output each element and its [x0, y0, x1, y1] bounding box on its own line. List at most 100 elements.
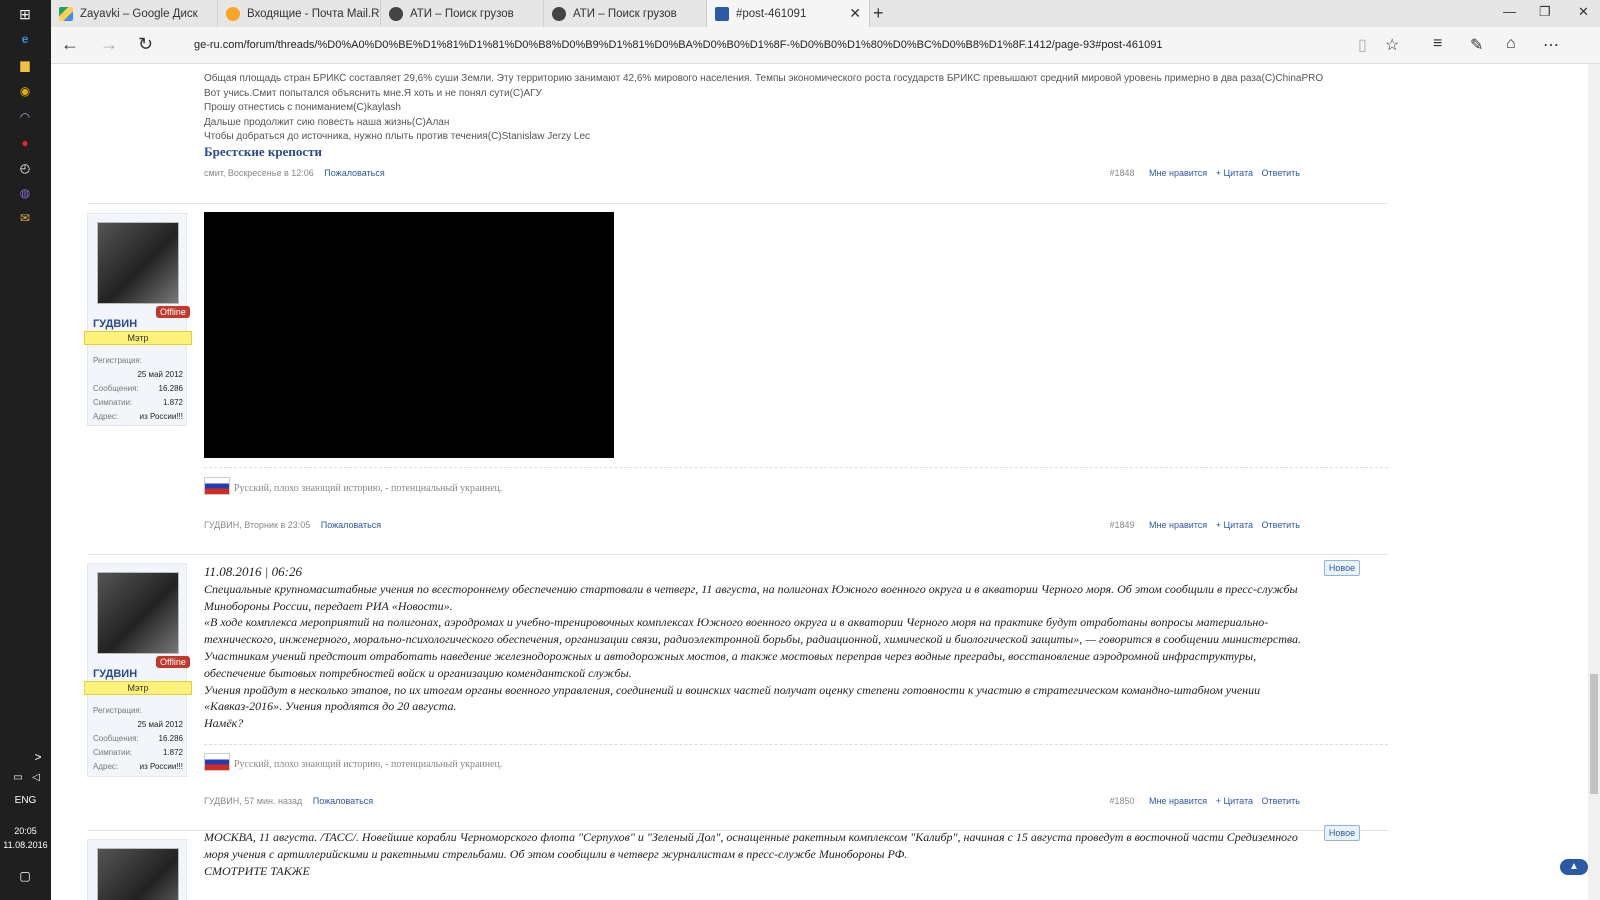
network-icon[interactable]: ▭ — [10, 769, 26, 785]
restore-icon[interactable]: ❐ — [1539, 4, 1551, 20]
new-tab-icon[interactable]: + — [873, 3, 884, 24]
user-stats: Регистрация: 25 май 2012 Сообщения: 16.28… — [93, 704, 183, 774]
avatar[interactable] — [97, 848, 179, 900]
like-link[interactable]: Мне нравится — [1149, 796, 1207, 806]
user-stats: Регистрация: 25 май 2012 Сообщения: 16.28… — [93, 354, 183, 424]
clock-date[interactable]: 11.08.2016 — [0, 840, 51, 850]
signature-link[interactable]: Брестские крепости — [204, 144, 322, 160]
reading-view-icon[interactable]: ▯ — [1358, 35, 1367, 55]
chrome-icon[interactable]: ◉ — [17, 83, 33, 99]
scroll-to-top-icon[interactable]: ▲ — [1560, 859, 1588, 875]
tab-ati-1[interactable]: АТИ – Поиск грузов — [381, 0, 544, 27]
clock-app-icon[interactable]: ◴ — [17, 160, 33, 176]
msg-row: Сообщения: 16.286 — [93, 732, 183, 746]
report-link[interactable]: Пожаловаться — [321, 520, 381, 530]
ati-icon — [389, 6, 403, 21]
avatar[interactable] — [97, 222, 179, 304]
more-icon[interactable]: ⋯ — [1543, 35, 1559, 55]
forward-icon[interactable]: → — [100, 34, 118, 55]
tab-ati-2[interactable]: АТИ – Поиск грузов — [544, 0, 707, 27]
avatar[interactable] — [97, 572, 179, 654]
page-scrollbar[interactable] — [1588, 64, 1600, 900]
tab-forum-post[interactable]: #post-461091 ✕ — [707, 0, 870, 27]
tab-label: #post-461091 — [736, 7, 807, 20]
post-date-line: 11.08.2016 | 06:26 — [204, 564, 302, 579]
user-signature: Русский, плохо знающий историю, - потенц… — [204, 477, 502, 495]
post-divider — [88, 554, 1388, 555]
quote-line: Прошу отнестись с пониманием(С)kaylash — [204, 102, 401, 113]
google-drive-icon — [59, 6, 73, 21]
back-icon[interactable]: ← — [61, 34, 79, 55]
signature-divider — [204, 467, 1388, 468]
volume-icon[interactable]: ◁ — [28, 769, 44, 785]
mail-app-icon[interactable]: ✉ — [17, 210, 33, 226]
post-paragraph: МОСКВА, 11 августа. /ТАСС/. Новейшие кор… — [204, 830, 1298, 861]
likes-value: 1.872 — [162, 398, 183, 407]
quote-link[interactable]: + Цитата — [1216, 796, 1253, 806]
tab-mail-ru[interactable]: Входящие - Почта Mail.Ru — [218, 0, 381, 27]
post-number[interactable]: #1850 — [1109, 796, 1134, 806]
scrollbar-thumb[interactable] — [1590, 674, 1598, 794]
post-paragraph: «В ходе комплекса мероприятий на полигон… — [204, 615, 1302, 647]
msg-value: 16.286 — [158, 384, 183, 393]
close-window-icon[interactable]: ✕ — [1578, 4, 1589, 20]
hub-icon[interactable]: ≡ — [1433, 35, 1442, 53]
reply-link[interactable]: Ответить — [1262, 796, 1300, 806]
taskbar: ⊞ e ▆ ◉ ◠ ● ◴ ◍ ✉ > ▭ ◁ ENG 20:05 11.08.… — [0, 0, 51, 900]
close-tab-icon[interactable]: ✕ — [849, 5, 861, 22]
expand-tray-icon[interactable]: > — [30, 749, 46, 765]
like-link[interactable]: Мне нравится — [1149, 168, 1207, 178]
reply-link[interactable]: Ответить — [1262, 520, 1300, 530]
addr-label: Адрес: — [93, 762, 119, 771]
viber-icon[interactable]: ◍ — [17, 185, 33, 201]
favorite-star-icon[interactable]: ☆ — [1385, 35, 1399, 55]
quote-link[interactable]: + Цитата — [1216, 168, 1253, 178]
action-center-icon[interactable]: ▢ — [17, 868, 33, 884]
tab-label: АТИ – Поиск грузов — [410, 7, 514, 20]
report-link[interactable]: Пожаловаться — [324, 168, 384, 178]
file-explorer-icon[interactable]: ▆ — [17, 57, 33, 73]
clock-time[interactable]: 20:05 — [0, 826, 51, 836]
like-link[interactable]: Мне нравится — [1149, 520, 1207, 530]
new-post-badge: Новое — [1324, 560, 1360, 576]
edge-icon[interactable]: e — [17, 31, 33, 47]
forum-page: Общая площадь стран БРИКС составляет 29,… — [51, 64, 1600, 900]
signature-divider — [204, 744, 1388, 745]
post-number[interactable]: #1849 — [1109, 520, 1134, 530]
tab-google-drive[interactable]: Zayavki – Google Диск — [51, 0, 218, 27]
speedometer-icon[interactable]: ◠ — [17, 109, 33, 125]
url-field[interactable]: ge-ru.com/forum/threads/%D0%A0%D0%BE%D1%… — [194, 39, 1162, 51]
quote-line: Дальше продолжит сию повесть наша жизнь(… — [204, 116, 450, 128]
minimize-icon[interactable]: — — [1503, 4, 1516, 19]
msg-label: Сообщения: — [93, 734, 139, 743]
post-paragraph: Специальные крупномасштабные учения по в… — [204, 581, 1298, 613]
reply-link[interactable]: Ответить — [1262, 168, 1300, 178]
post-number[interactable]: #1848 — [1109, 168, 1134, 178]
tab-label: Zayavki – Google Диск — [80, 7, 198, 20]
windows-start-icon[interactable]: ⊞ — [17, 6, 33, 22]
embedded-video[interactable] — [204, 212, 614, 458]
web-note-icon[interactable]: ✎ — [1470, 35, 1483, 55]
browser-tab-bar: Zayavki – Google Диск Входящие - Почта M… — [51, 0, 1600, 27]
post-divider — [88, 203, 1388, 204]
addr-value: из России!!! — [139, 412, 183, 421]
russia-flag-icon — [204, 753, 230, 771]
post-actions: #1849 Мне нравится + Цитата Ответить — [1103, 520, 1300, 530]
offline-badge: Offline — [156, 306, 190, 318]
refresh-icon[interactable]: ↻ — [138, 34, 153, 55]
forum-icon — [715, 6, 729, 21]
opera-icon[interactable]: ● — [17, 135, 33, 151]
language-indicator[interactable]: ENG — [0, 795, 51, 806]
user-signature: Русский, плохо знающий историю, - потенц… — [204, 753, 502, 771]
quote-link[interactable]: + Цитата — [1216, 520, 1253, 530]
report-link[interactable]: Пожаловаться — [313, 796, 373, 806]
signature-text: Русский, плохо знающий историю, - потенц… — [234, 483, 503, 494]
address-bar-row: ← → ↻ ge-ru.com/forum/threads/%D0%A0%D0%… — [51, 27, 1600, 64]
share-icon[interactable]: ⌂ — [1506, 35, 1516, 53]
likes-row: Симпатии: 1.872 — [93, 746, 183, 760]
post-paragraph: Учения пройдут в несколько этапов, по их… — [204, 682, 1261, 714]
quote-line: Общая площадь стран БРИКС составляет 29,… — [204, 73, 1324, 84]
msg-value: 16.286 — [158, 734, 183, 743]
username[interactable]: ГУДВИН — [93, 668, 137, 680]
username[interactable]: ГУДВИН — [93, 318, 137, 330]
